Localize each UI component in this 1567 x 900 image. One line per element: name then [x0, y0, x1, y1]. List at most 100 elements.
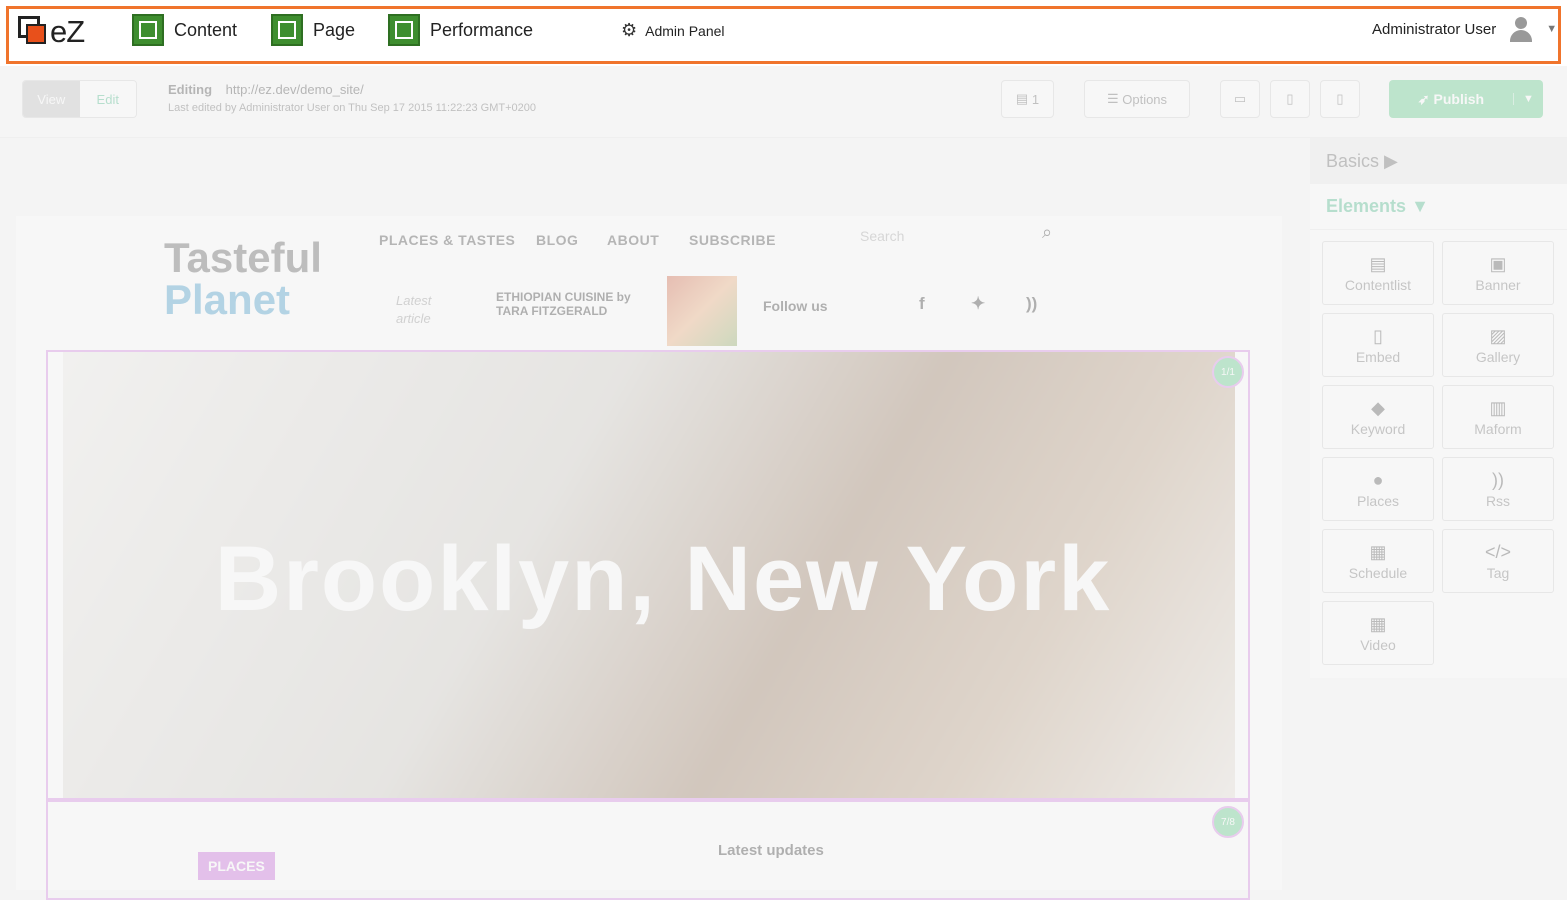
archive-icon: ▤	[1015, 91, 1032, 106]
places-tag: PLACES	[198, 852, 275, 880]
tile-label: Maform	[1474, 420, 1522, 437]
tile-label: Keyword	[1350, 420, 1406, 437]
desktop-preview-button[interactable]: ▭	[1220, 80, 1260, 118]
menu-icon: ☰	[1106, 91, 1123, 106]
ez-logo[interactable]: eZ	[18, 14, 98, 49]
rss-icon: ))	[1492, 469, 1504, 490]
page-canvas: Tasteful Planet PLACES & TASTES BLOG ABO…	[16, 216, 1282, 900]
tile-label: Contentlist	[1344, 276, 1412, 293]
chevron-down-icon: ▼	[1546, 23, 1558, 35]
admin-panel-label: Admin Panel	[645, 22, 725, 39]
video-icon: ▦	[1369, 613, 1387, 634]
nav-performance-label: Performance	[430, 19, 534, 40]
latest-article-label: Latest article	[396, 293, 432, 326]
tile-label: Embed	[1355, 348, 1401, 365]
editing-url: http://ez.dev/demo_site/	[225, 82, 364, 97]
maform-icon: ▥	[1489, 397, 1507, 418]
options-button[interactable]: ☰ Options	[1084, 80, 1190, 118]
publish-button[interactable]: ➶ Publish ▼	[1389, 80, 1543, 118]
tile-label: Banner	[1475, 276, 1521, 293]
keyword-icon: ◆	[1371, 397, 1385, 418]
site-nav-blog[interactable]: BLOG	[536, 232, 578, 248]
nav-page-label: Page	[313, 19, 356, 40]
element-embed[interactable]: ▯ Embed	[1322, 313, 1434, 377]
element-keyword[interactable]: ◆ Keyword	[1322, 385, 1434, 449]
tablet-icon: ▯	[1286, 91, 1294, 106]
element-places[interactable]: ● Places	[1322, 457, 1434, 521]
search-icon[interactable]: ⌕	[1042, 222, 1052, 243]
element-rss[interactable]: )) Rss	[1442, 457, 1554, 521]
tile-label: Schedule	[1348, 564, 1408, 581]
user-menu[interactable]: Administrator User ▼	[1372, 16, 1557, 42]
block2-pager-badge: 7/8	[1212, 806, 1244, 838]
gear-icon: ⚙	[621, 20, 638, 40]
second-block[interactable]: PLACES Latest updates	[46, 800, 1250, 900]
logo-text: eZ	[50, 14, 85, 49]
element-gallery[interactable]: ▨ Gallery	[1442, 313, 1554, 377]
element-contentlist[interactable]: ▤ Contentlist	[1322, 241, 1434, 305]
desktop-icon: ▭	[1233, 91, 1247, 106]
element-banner[interactable]: ▣ Banner	[1442, 241, 1554, 305]
tablet-preview-button[interactable]: ▯	[1270, 80, 1310, 118]
latest-article-title[interactable]: ETHIOPIAN CUISINE by TARA FITZGERALD	[496, 290, 646, 318]
basics-label: Basics	[1326, 150, 1380, 171]
article-thumbnail[interactable]	[667, 276, 737, 346]
highlight-frame	[6, 6, 1561, 64]
tile-label: Rss	[1485, 492, 1511, 509]
dimmed-editor: View Edit Editing http://ez.dev/demo_sit…	[0, 66, 1567, 900]
publish-dropdown-icon[interactable]: ▼	[1513, 93, 1543, 105]
element-video[interactable]: ▦ Video	[1322, 601, 1434, 665]
content-icon	[132, 14, 164, 46]
basics-section-toggle[interactable]: Basics ▶	[1310, 138, 1567, 184]
avatar-icon	[1508, 16, 1534, 42]
rss-icon[interactable]: ))	[1026, 294, 1037, 314]
latest-updates-heading: Latest updates	[718, 842, 824, 859]
element-schedule[interactable]: ▦ Schedule	[1322, 529, 1434, 593]
site-nav-subscribe[interactable]: SUBSCRIBE	[689, 232, 776, 248]
hero-banner-block[interactable]: Brooklyn, New York	[46, 350, 1250, 800]
banner-icon: ▣	[1489, 253, 1507, 274]
rocket-icon: ➶	[1417, 90, 1434, 107]
drafts-button[interactable]: ▤ 1	[1001, 80, 1054, 118]
facebook-icon[interactable]: f	[919, 294, 925, 314]
edit-button[interactable]: Edit	[79, 81, 136, 117]
site-search-input[interactable]: Search	[860, 228, 904, 244]
brand-line-2: Planet	[164, 276, 291, 323]
nav-page[interactable]: Page	[271, 14, 355, 46]
mobile-icon: ▯	[1336, 91, 1344, 106]
tile-label: Tag	[1486, 564, 1510, 581]
view-edit-toggle[interactable]: View Edit	[22, 80, 137, 118]
admin-panel-link[interactable]: ⚙ Admin Panel	[621, 20, 725, 41]
tile-label: Places	[1356, 492, 1400, 509]
contentlist-icon: ▤	[1369, 253, 1387, 274]
publish-label: Publish	[1433, 90, 1485, 107]
mobile-preview-button[interactable]: ▯	[1320, 80, 1360, 118]
hero-pager-badge: 1/1	[1212, 356, 1244, 388]
nav-performance[interactable]: Performance	[388, 14, 533, 46]
editor-toolbar: View Edit Editing http://ez.dev/demo_sit…	[0, 66, 1567, 138]
site-nav-about[interactable]: ABOUT	[607, 232, 659, 248]
tile-label: Video	[1360, 636, 1396, 653]
page-icon	[271, 14, 303, 46]
element-maform[interactable]: ▥ Maform	[1442, 385, 1554, 449]
site-nav-places[interactable]: PLACES & TASTES	[379, 232, 515, 248]
follow-us-label: Follow us	[763, 298, 828, 314]
embed-icon: ▯	[1373, 325, 1383, 346]
twitter-icon[interactable]: ✦	[971, 294, 985, 314]
user-name: Administrator User	[1372, 20, 1497, 38]
element-tag[interactable]: </> Tag	[1442, 529, 1554, 593]
performance-icon	[388, 14, 420, 46]
drafts-count: 1	[1031, 91, 1040, 107]
elements-section-toggle[interactable]: Elements ▼	[1310, 184, 1567, 230]
top-navigation-bar: eZ Content Page Performance ⚙ Admin Pane…	[0, 0, 1567, 66]
last-edited: Last edited by Administrator User on Thu…	[168, 102, 537, 114]
editing-info: Editing http://ez.dev/demo_site/	[168, 82, 364, 97]
nav-content[interactable]: Content	[132, 14, 237, 46]
tag-icon: </>	[1484, 541, 1512, 562]
places-icon: ●	[1372, 469, 1384, 490]
caret-down-icon: ▼	[1411, 196, 1429, 216]
options-label: Options	[1122, 91, 1168, 107]
caret-right-icon: ▶	[1384, 150, 1398, 171]
view-button[interactable]: View	[23, 81, 80, 117]
nav-content-label: Content	[174, 19, 238, 40]
